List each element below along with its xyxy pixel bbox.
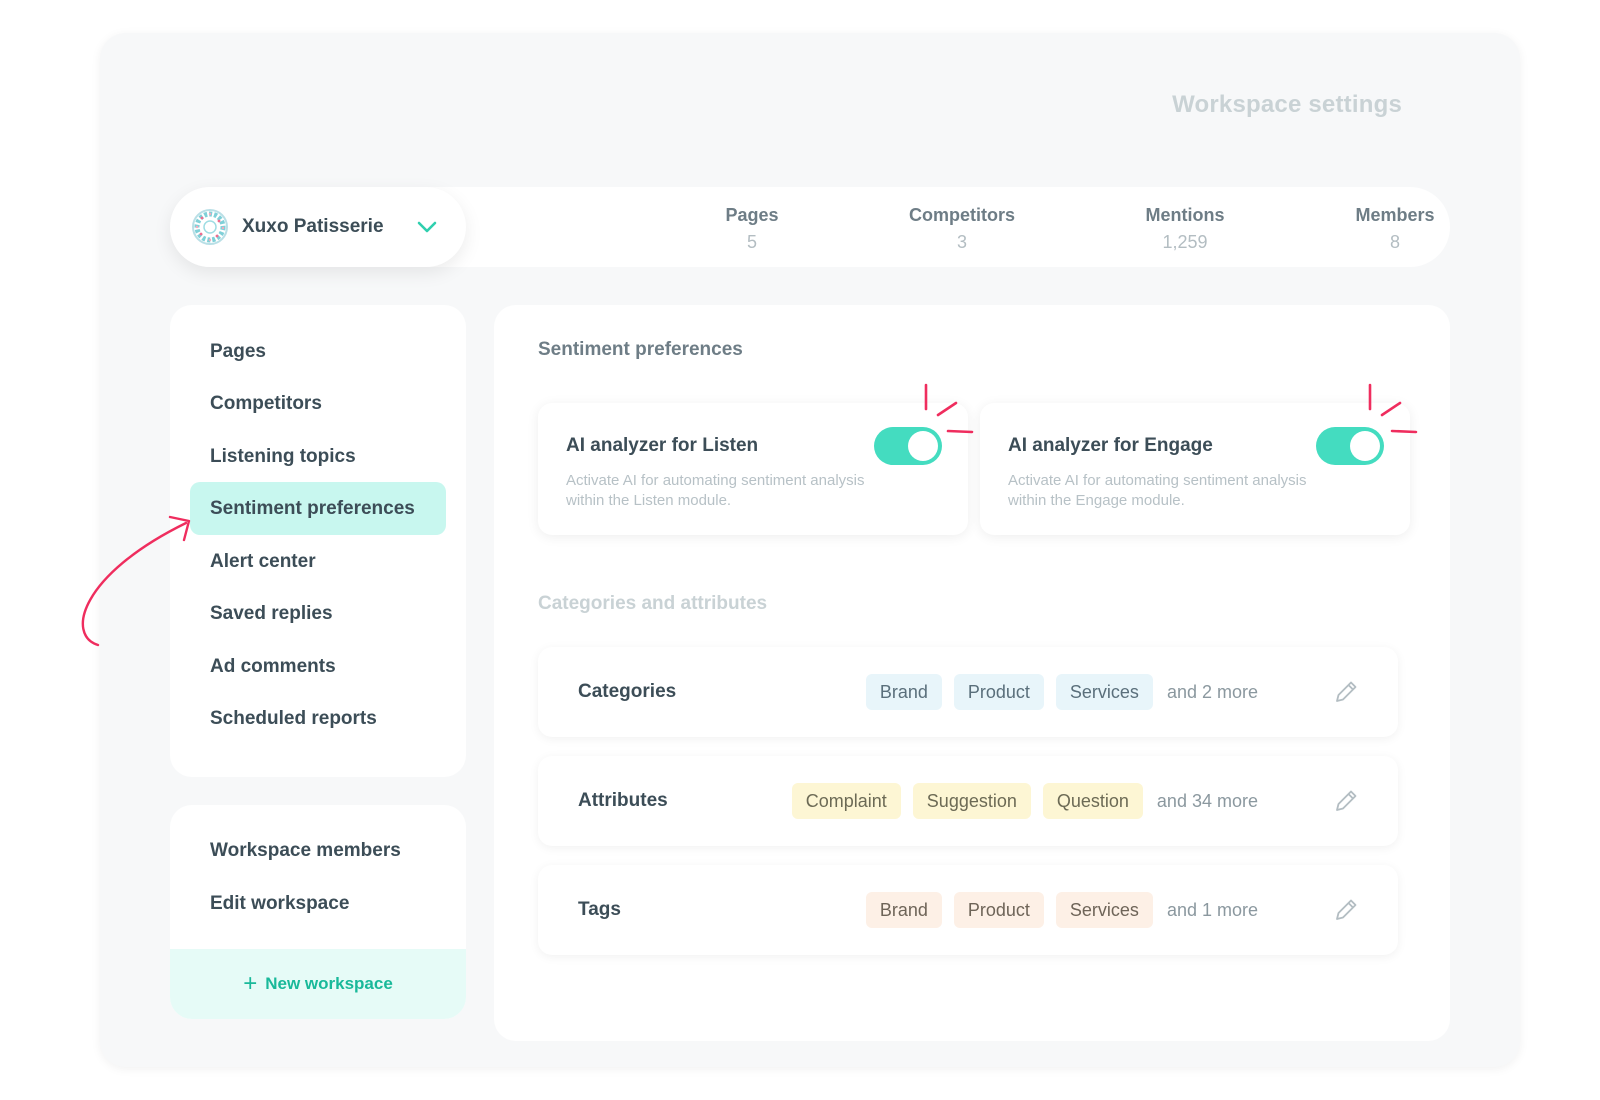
stat-label: Mentions (1145, 205, 1225, 225)
categories-section-title: Categories and attributes (538, 593, 768, 614)
chevron-down-icon (417, 221, 437, 233)
ai-card-description: Activate AI for automating sentiment ana… (1008, 472, 1307, 509)
ai-listen-toggle[interactable] (874, 427, 942, 465)
sidebar-item-edit-workspace[interactable]: Edit workspace (190, 877, 446, 930)
stat-label: Members (1355, 205, 1435, 225)
page-title: Workspace settings (1172, 91, 1402, 118)
settings-nav: Pages Competitors Listening topics Senti… (170, 305, 466, 777)
category-chip: Services (1055, 674, 1153, 710)
sidebar-item-sentiment-preferences[interactable]: Sentiment preferences (190, 482, 446, 535)
more-count: and 2 more (1166, 681, 1258, 702)
toggle-knob (908, 431, 938, 461)
attribute-chip: Complaint (791, 783, 901, 819)
sidebar-item-saved-replies[interactable]: Saved replies (190, 587, 446, 640)
attributes-row: Attributes Complaint Suggestion Question… (538, 756, 1398, 846)
stat-label: Competitors (908, 205, 1015, 225)
row-label: Tags (578, 899, 621, 920)
ai-card-title: AI analyzer for Engage (1008, 435, 1213, 456)
stat-label: Pages (725, 205, 779, 225)
donut-logo-icon (192, 209, 228, 245)
tag-chip: Product (953, 892, 1044, 928)
stat-value: 3 (956, 232, 967, 252)
plus-icon: + (243, 970, 258, 997)
stat-members: Members 8 (1305, 205, 1485, 253)
row-label: Categories (578, 681, 677, 702)
settings-window: Workspace settings Pages 5 Competitors 3… (100, 33, 1520, 1067)
stat-value: 8 (1389, 232, 1400, 252)
chip-list: Complaint Suggestion Question and 34 mor… (791, 756, 1258, 846)
sidebar-item-workspace-members[interactable]: Workspace members (190, 824, 446, 877)
new-workspace-label: New workspace (265, 974, 393, 993)
tag-chip: Services (1055, 892, 1153, 928)
sidebar-item-pages[interactable]: Pages (190, 325, 446, 378)
stat-mentions: Mentions 1,259 (1095, 205, 1275, 253)
category-chip: Product (953, 674, 1044, 710)
ai-engage-toggle[interactable] (1316, 427, 1384, 465)
stat-pages: Pages 5 (662, 205, 842, 253)
ai-card-title: AI analyzer for Listen (566, 435, 759, 456)
row-label: Attributes (578, 790, 668, 811)
ai-card-description: Activate AI for automating sentiment ana… (566, 472, 865, 509)
sidebar-item-listening-topics[interactable]: Listening topics (190, 430, 446, 483)
tags-row: Tags Brand Product Services and 1 more (538, 865, 1398, 955)
sidebar-item-competitors[interactable]: Competitors (190, 377, 446, 430)
attribute-chip: Question (1042, 783, 1143, 819)
workspace-nav: Workspace members Edit workspace + New w… (170, 805, 466, 1019)
category-chip: Brand (865, 674, 942, 710)
workspace-selector[interactable]: Xuxo Patisserie (170, 187, 466, 267)
more-count: and 34 more (1156, 790, 1258, 811)
categories-row: Categories Brand Product Services and 2 … (538, 647, 1398, 737)
stat-value: 5 (746, 232, 757, 252)
sidebar-item-ad-comments[interactable]: Ad comments (190, 640, 446, 693)
main-panel: Sentiment preferences AI analyzer for Li… (494, 305, 1450, 1041)
pencil-icon[interactable] (1332, 896, 1360, 924)
ai-card-listen: AI analyzer for Listen Activate AI for a… (538, 403, 968, 535)
workspace-name: Xuxo Patisserie (242, 216, 384, 237)
more-count: and 1 more (1166, 899, 1258, 920)
sidebar-item-alert-center[interactable]: Alert center (190, 535, 446, 588)
stat-competitors: Competitors 3 (872, 205, 1052, 253)
attribute-chip: Suggestion (912, 783, 1031, 819)
chip-list: Brand Product Services and 2 more (865, 647, 1258, 737)
stat-value: 1,259 (1162, 232, 1208, 252)
pencil-icon[interactable] (1332, 678, 1360, 706)
new-workspace-button[interactable]: + New workspace (170, 949, 466, 1019)
sentiment-section-title: Sentiment preferences (538, 339, 743, 360)
sidebar-item-scheduled-reports[interactable]: Scheduled reports (190, 692, 446, 745)
chip-list: Brand Product Services and 1 more (865, 865, 1258, 955)
ai-card-engage: AI analyzer for Engage Activate AI for a… (980, 403, 1410, 535)
tag-chip: Brand (865, 892, 942, 928)
toggle-knob (1350, 431, 1380, 461)
pencil-icon[interactable] (1332, 787, 1360, 815)
